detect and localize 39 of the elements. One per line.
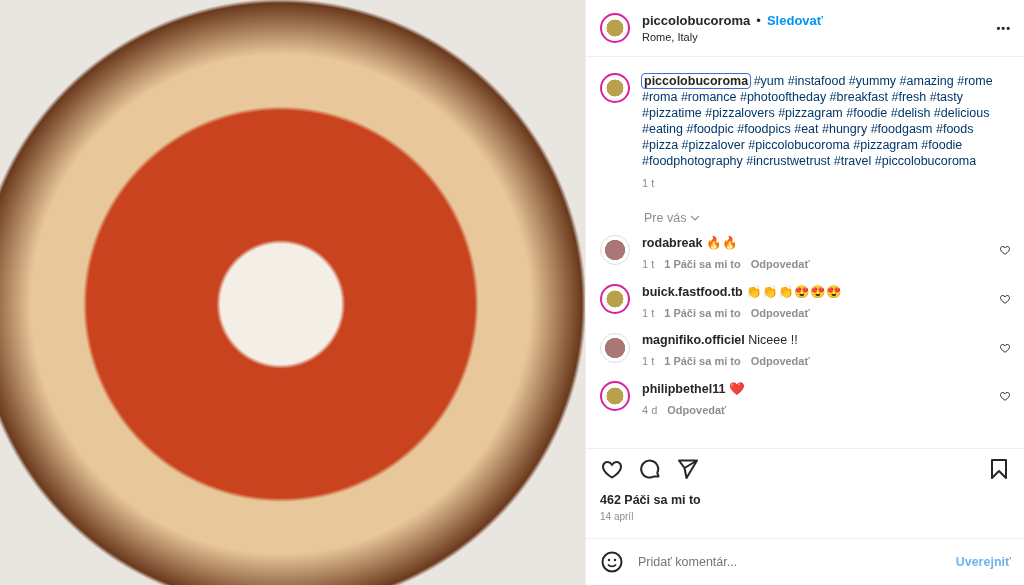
username-link[interactable]: piccolobucoroma — [642, 74, 751, 88]
avatar[interactable] — [600, 284, 630, 314]
post-date: 14 apríl — [599, 511, 635, 524]
comment-likes[interactable]: 1 Páči sa mi to — [664, 258, 741, 270]
post-time: 1 t — [642, 177, 656, 189]
follow-link[interactable]: Sledovať — [766, 13, 823, 28]
chevron-down-icon[interactable] — [690, 215, 701, 221]
location-link[interactable]: Rome, Italy — [642, 31, 985, 43]
comment-time: 1 t — [642, 258, 655, 270]
comment-likes[interactable]: 1 Páči sa mi to — [664, 355, 741, 367]
comment-likes[interactable]: 1 Páči sa mi to — [664, 307, 741, 319]
reply-link[interactable]: Odpovedať — [750, 307, 810, 319]
separator-dot: • — [756, 13, 761, 28]
comment-time: 1 t — [642, 355, 655, 367]
username-link[interactable]: piccolobucoroma — [642, 13, 751, 28]
smiley-icon[interactable] — [600, 550, 624, 574]
caption-text: piccolobucoroma #yum #instafood #yummy #amazing #rome #roma #romance #photooftheday #breakfast #fresh #tasty #pizzatime #pizzalovers #pizzagram #foodie #delish #delicious #eating #foodpic #foodpics #eat #hungry #foodgasm #foods #pizza #pizzalover #piccolobucoroma #pizzagram #foodie #foodphotography #incrustwetrust #travel #piccolobucoroma — [642, 73, 994, 169]
comment-time: 1 t — [642, 307, 655, 319]
speech-bubble-icon[interactable] — [638, 457, 662, 481]
comment-text: philipbethel11 ❤ — [642, 381, 746, 396]
avatar[interactable] — [600, 73, 630, 103]
likes-count[interactable]: 462 Páči sa mi to — [586, 481, 1024, 511]
comment-text: rodabreak 🔥🔥 — [642, 235, 739, 250]
avatar[interactable] — [600, 381, 630, 411]
paper-plane-icon[interactable] — [676, 457, 700, 481]
heart-icon[interactable] — [999, 390, 1011, 402]
heart-icon[interactable] — [999, 342, 1011, 354]
comment-time: 4 d — [642, 404, 658, 416]
heart-icon[interactable] — [999, 293, 1011, 305]
reply-link[interactable]: Odpovedať — [667, 404, 727, 416]
comment-text: magnifiko.officiel Niceee !! — [642, 333, 799, 347]
reply-link[interactable]: Odpovedať — [750, 355, 810, 367]
comment-text: buick.fastfood.tb 👏👏👏😍😍😍 — [642, 284, 844, 299]
heart-icon[interactable] — [999, 244, 1011, 256]
comment-input[interactable]: Pridať komentár... — [636, 554, 944, 570]
sort-label[interactable]: Pre vás — [644, 211, 687, 225]
avatar[interactable] — [600, 13, 630, 43]
reply-link[interactable]: Odpovedať — [750, 258, 810, 270]
more-button[interactable]: ••• — [996, 22, 1011, 34]
